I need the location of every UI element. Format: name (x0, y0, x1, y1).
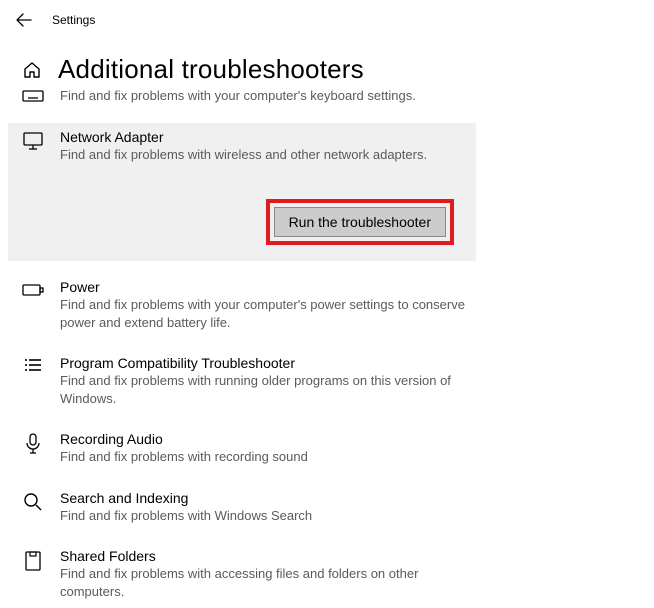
monitor-icon (22, 129, 44, 164)
item-title: Shared Folders (60, 548, 634, 564)
folder-icon (22, 548, 44, 600)
troubleshooter-power[interactable]: Power Find and fix problems with your co… (8, 273, 646, 339)
troubleshooter-shared-folders[interactable]: Shared Folders Find and fix problems wit… (8, 542, 646, 608)
item-description: Find and fix problems with recording sou… (60, 448, 480, 466)
item-description: Find and fix problems with wireless and … (60, 146, 464, 164)
troubleshooter-recording-audio[interactable]: Recording Audio Find and fix problems wi… (8, 425, 646, 474)
troubleshooter-list: Find and fix problems with your computer… (8, 87, 646, 608)
window-header: Settings (0, 0, 654, 36)
keyboard-icon (22, 87, 44, 105)
power-icon (22, 279, 44, 331)
home-icon[interactable] (22, 60, 42, 80)
troubleshooter-network-adapter[interactable]: Network Adapter Find and fix problems wi… (8, 123, 476, 262)
item-title: Power (60, 279, 634, 295)
title-row: Additional troubleshooters (8, 36, 646, 89)
item-description: Find and fix problems with Windows Searc… (60, 507, 480, 525)
troubleshooter-compatibility[interactable]: Program Compatibility Troubleshooter Fin… (8, 349, 646, 415)
item-description: Find and fix problems with accessing fil… (60, 565, 480, 600)
item-title: Program Compatibility Troubleshooter (60, 355, 634, 371)
run-highlight: Run the troubleshooter (266, 199, 454, 245)
run-row: Run the troubleshooter (22, 179, 464, 245)
item-title: Recording Audio (60, 431, 634, 447)
back-button[interactable] (14, 10, 34, 30)
troubleshooter-keyboard[interactable]: Find and fix problems with your computer… (8, 87, 646, 113)
page-content: Additional troubleshooters Find and fix … (0, 36, 654, 608)
list-icon (22, 355, 44, 407)
run-troubleshooter-button[interactable]: Run the troubleshooter (274, 207, 446, 237)
page-title: Additional troubleshooters (58, 54, 364, 85)
item-description: Find and fix problems with your computer… (60, 87, 480, 105)
arrow-left-icon (16, 12, 32, 28)
microphone-icon (22, 431, 44, 466)
search-icon (22, 490, 44, 525)
item-description: Find and fix problems with running older… (60, 372, 480, 407)
item-title: Search and Indexing (60, 490, 634, 506)
item-title: Network Adapter (60, 129, 464, 145)
item-description: Find and fix problems with your computer… (60, 296, 480, 331)
window-title: Settings (52, 13, 95, 27)
troubleshooter-search-indexing[interactable]: Search and Indexing Find and fix problem… (8, 484, 646, 533)
